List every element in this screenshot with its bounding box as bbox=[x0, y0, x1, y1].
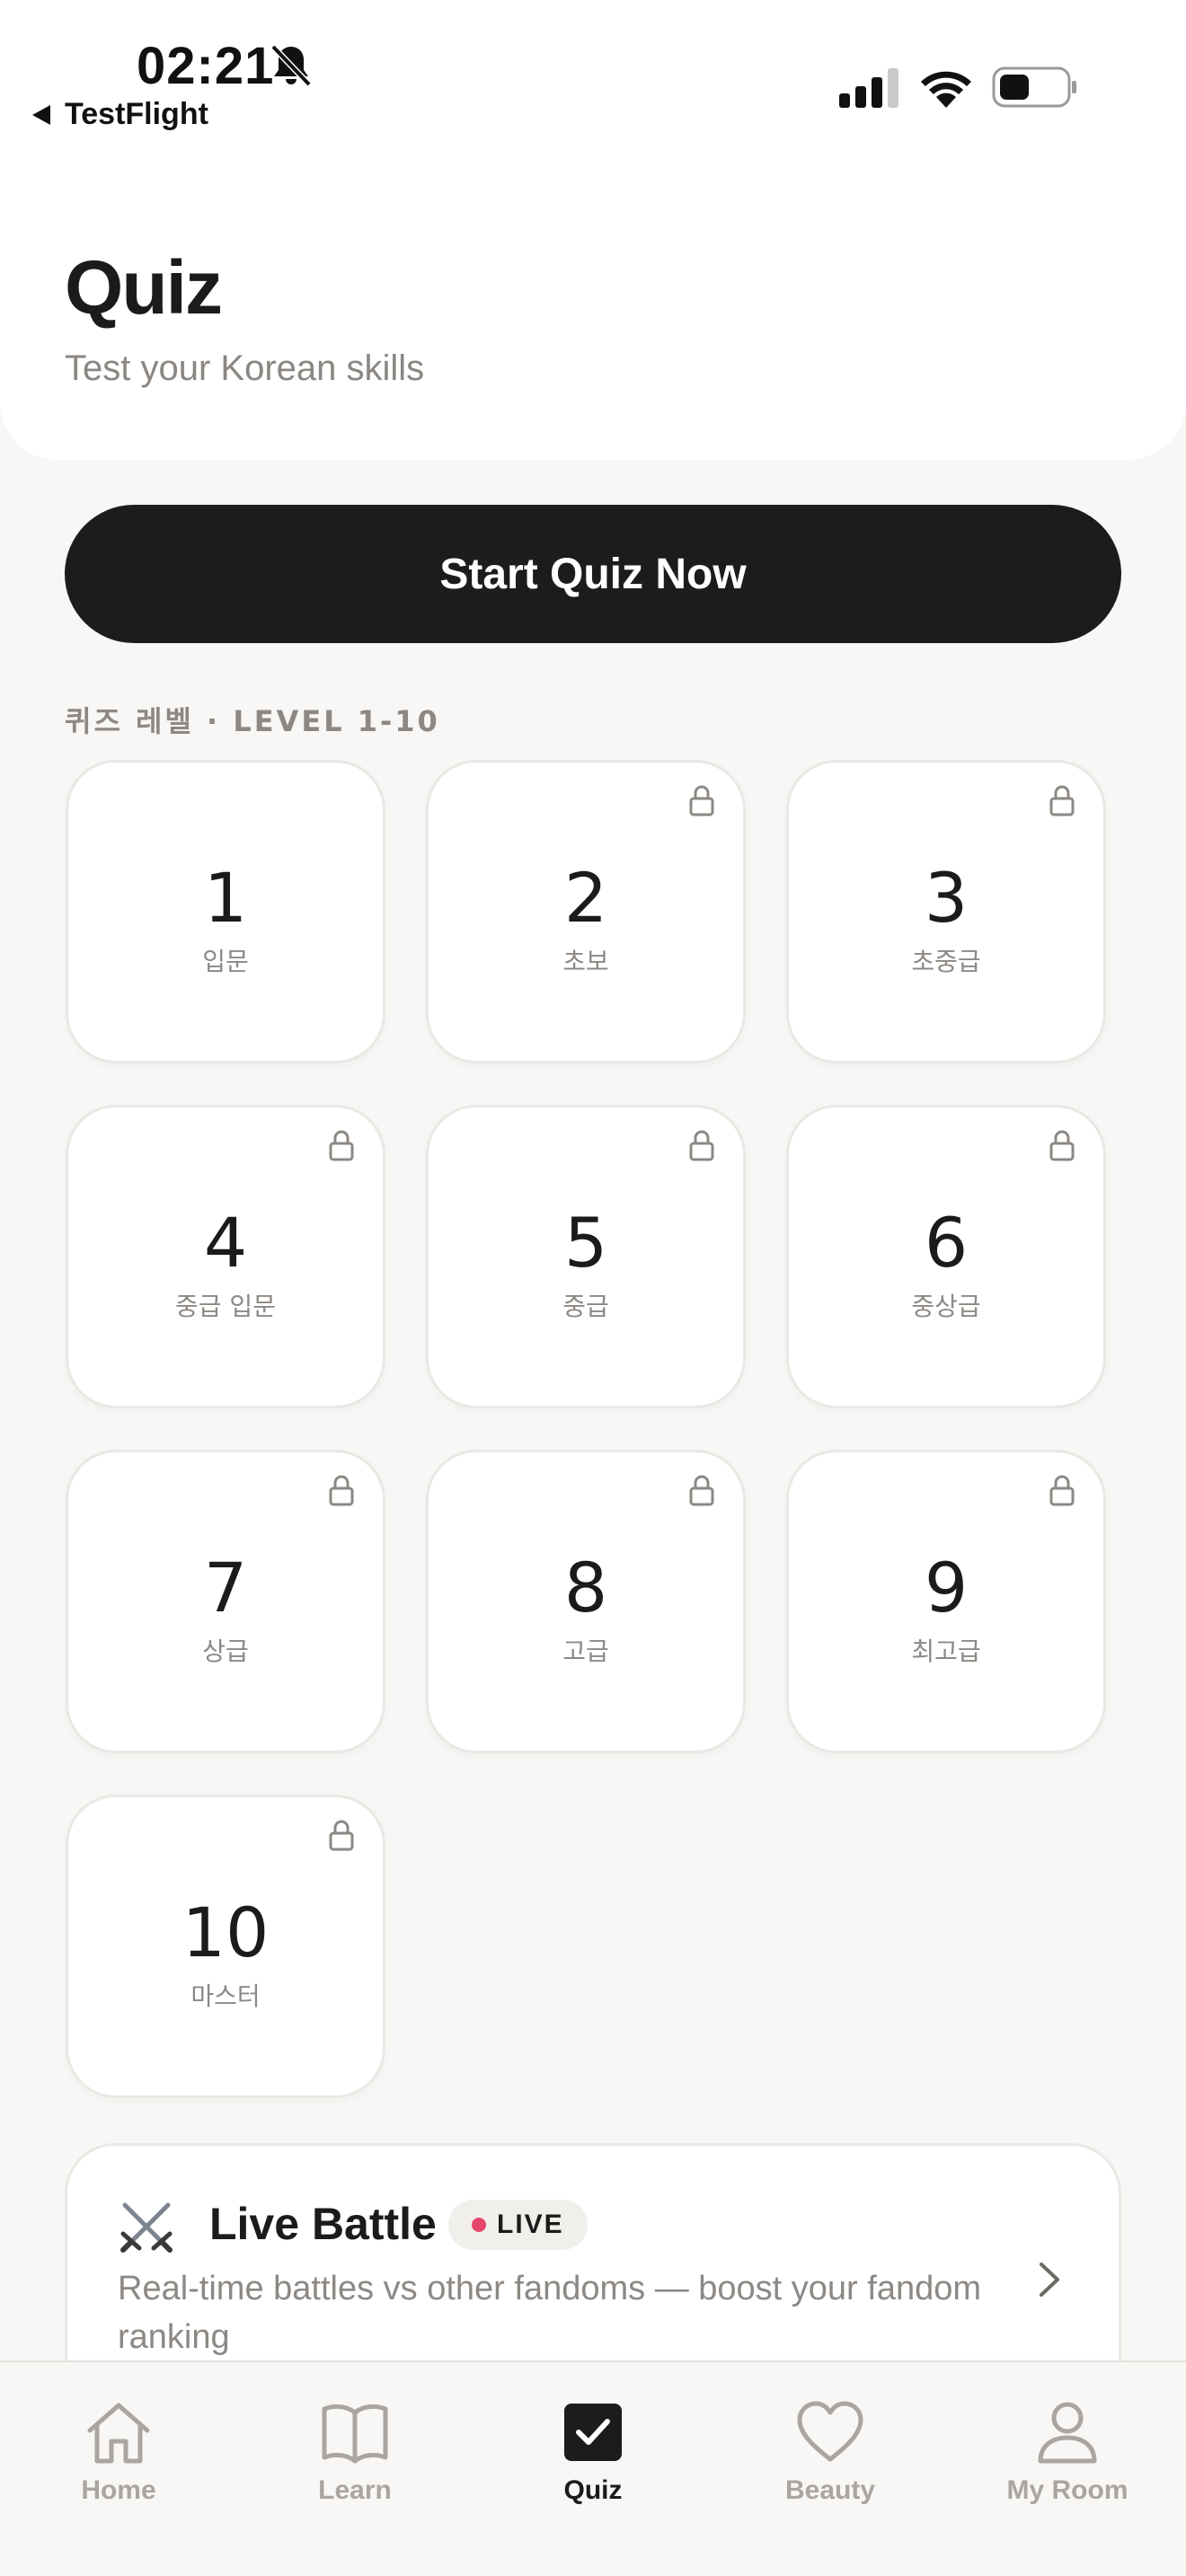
page-title: Quiz bbox=[65, 245, 223, 330]
lock-icon bbox=[329, 1475, 354, 1506]
tab-learn[interactable]: Learn bbox=[256, 2400, 454, 2517]
live-battle-title: Live Battle bbox=[209, 2199, 437, 2249]
lock-icon bbox=[329, 1820, 354, 1851]
lock-icon bbox=[689, 1130, 714, 1161]
cellular-signal-icon bbox=[839, 68, 898, 108]
tab-label: My Room bbox=[1006, 2475, 1128, 2505]
tab-beauty[interactable]: Beauty bbox=[731, 2400, 929, 2517]
checkbox-icon bbox=[564, 2404, 622, 2461]
tab-quiz[interactable]: Quiz bbox=[494, 2400, 692, 2517]
tab-home[interactable]: Home bbox=[20, 2400, 217, 2517]
lock-icon bbox=[689, 1475, 714, 1506]
level-name: 상급 bbox=[202, 1636, 249, 1666]
level-card-6[interactable]: 6 중상급 bbox=[786, 1105, 1106, 1408]
chevron-right-icon bbox=[1040, 2263, 1059, 2297]
level-name: 마스터 bbox=[190, 1981, 261, 2011]
lock-icon bbox=[1049, 1475, 1075, 1506]
level-card-4[interactable]: 4 중급 입문 bbox=[66, 1105, 385, 1408]
lock-icon bbox=[689, 785, 714, 816]
level-card-9[interactable]: 9 최고급 bbox=[786, 1450, 1106, 1753]
level-number: 1 bbox=[203, 858, 248, 938]
status-bar: 02:21 TestFlight bbox=[0, 0, 1186, 153]
level-number: 5 bbox=[563, 1203, 608, 1283]
lock-icon bbox=[329, 1130, 354, 1161]
level-name: 중급 입문 bbox=[175, 1292, 276, 1321]
tab-label: Learn bbox=[318, 2475, 392, 2505]
level-card-7[interactable]: 7 상급 bbox=[66, 1450, 385, 1753]
level-card-5[interactable]: 5 중급 bbox=[426, 1105, 746, 1408]
level-card-3[interactable]: 3 초중급 bbox=[786, 760, 1106, 1063]
live-battle-description: Real-time battles vs other fandoms — boo… bbox=[118, 2270, 982, 2356]
page-subtitle: Test your Korean skills bbox=[65, 348, 425, 388]
level-name: 중상급 bbox=[911, 1292, 981, 1321]
wifi-icon bbox=[921, 71, 971, 108]
level-card-8[interactable]: 8 고급 bbox=[426, 1450, 746, 1753]
level-name: 초중급 bbox=[911, 947, 981, 976]
start-quiz-button[interactable]: Start Quiz Now bbox=[65, 505, 1121, 643]
level-name: 고급 bbox=[562, 1636, 609, 1666]
back-triangle-icon bbox=[32, 104, 50, 125]
lock-icon bbox=[1049, 1130, 1075, 1161]
battery-icon bbox=[992, 66, 1076, 108]
level-name: 최고급 bbox=[911, 1636, 981, 1666]
level-name: 초보 bbox=[562, 947, 609, 976]
level-card-2[interactable]: 2 초보 bbox=[426, 760, 746, 1063]
tab-label: Beauty bbox=[784, 2475, 876, 2505]
back-app-label: TestFlight bbox=[65, 97, 208, 131]
level-card-1[interactable]: 1 입문 bbox=[66, 760, 385, 1063]
home-icon bbox=[87, 2403, 150, 2464]
live-badge-label: LIVE bbox=[497, 2210, 564, 2239]
tab-my-room[interactable]: My Room bbox=[969, 2400, 1166, 2517]
back-to-app-link[interactable]: TestFlight bbox=[32, 97, 208, 132]
tab-bar: Home Learn Quiz Beauty My Room bbox=[0, 2360, 1186, 2576]
level-number: 6 bbox=[924, 1203, 969, 1283]
bell-off-icon bbox=[270, 44, 312, 87]
tab-label: Home bbox=[81, 2475, 156, 2505]
level-name: 입문 bbox=[202, 947, 249, 976]
live-badge: LIVE bbox=[448, 2200, 588, 2250]
level-number: 2 bbox=[563, 858, 608, 938]
level-number: 9 bbox=[924, 1548, 969, 1628]
level-card-10[interactable]: 10 마스터 bbox=[66, 1795, 385, 2098]
level-number: 3 bbox=[924, 858, 969, 938]
tab-label: Quiz bbox=[563, 2475, 623, 2505]
person-icon bbox=[1038, 2402, 1097, 2464]
level-number: 8 bbox=[563, 1548, 608, 1628]
crossed-swords-icon bbox=[120, 2202, 173, 2253]
live-dot-icon bbox=[472, 2218, 486, 2232]
header-card: 02:21 TestFlight Quiz Test your Korean s… bbox=[0, 0, 1186, 460]
level-number: 7 bbox=[203, 1548, 248, 1628]
level-number: 4 bbox=[203, 1203, 248, 1283]
heart-icon bbox=[797, 2401, 863, 2462]
level-name: 중급 bbox=[562, 1292, 609, 1321]
book-icon bbox=[322, 2404, 388, 2464]
levels-section-label: 퀴즈 레벨 · LEVEL 1-10 bbox=[65, 704, 440, 738]
status-time: 02:21 bbox=[137, 37, 275, 95]
level-number: 10 bbox=[181, 1892, 270, 1972]
lock-icon bbox=[1049, 785, 1075, 816]
